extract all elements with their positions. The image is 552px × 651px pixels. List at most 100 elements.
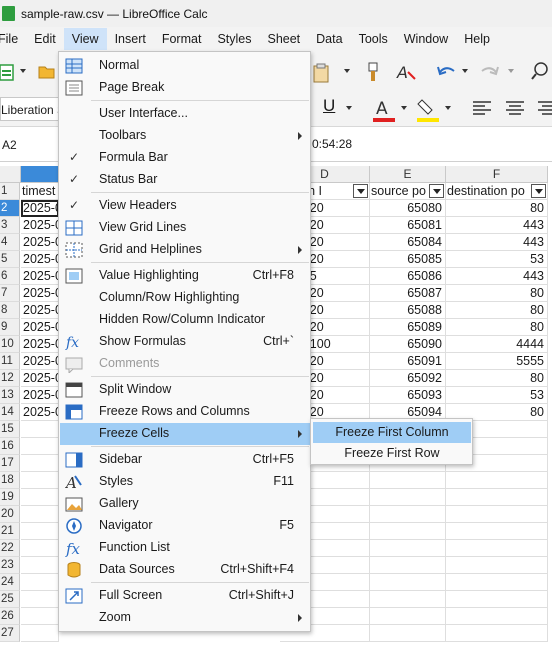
view-menu-item-freeze-rows-and-columns[interactable]: Freeze Rows and Columns: [60, 401, 310, 423]
view-menu-item-formula-bar[interactable]: ✓ Formula Bar: [60, 147, 310, 169]
row-header[interactable]: 5: [0, 251, 20, 268]
table-cell-e[interactable]: 65092: [370, 370, 446, 387]
empty-cell[interactable]: [370, 557, 446, 574]
table-cell-f[interactable]: 80: [446, 370, 548, 387]
empty-cell[interactable]: [21, 608, 59, 625]
row-header[interactable]: 20: [0, 506, 20, 523]
find-replace-icon[interactable]: [530, 61, 552, 83]
row-header[interactable]: 3: [0, 217, 20, 234]
empty-cell[interactable]: [446, 523, 548, 540]
view-menu-item-status-bar[interactable]: ✓ Status Bar: [60, 169, 310, 191]
chevron-down-icon[interactable]: [344, 69, 350, 73]
chevron-down-icon[interactable]: [346, 106, 352, 110]
table-cell-e[interactable]: 65085: [370, 251, 446, 268]
table-cell-e[interactable]: 65090: [370, 336, 446, 353]
open-folder-icon[interactable]: [38, 65, 56, 79]
row-header[interactable]: 4: [0, 234, 20, 251]
undo-icon[interactable]: [436, 63, 458, 81]
table-cell-f[interactable]: 5555: [446, 353, 548, 370]
row-header[interactable]: 25: [0, 591, 20, 608]
empty-cell[interactable]: [370, 608, 446, 625]
row-header[interactable]: 18: [0, 472, 20, 489]
view-menu-item-show-formulas[interactable]: fx Show Formulas Ctrl+`: [60, 331, 310, 353]
clear-formatting-icon[interactable]: A: [396, 62, 418, 82]
formula-input[interactable]: 0:54:28: [312, 137, 352, 151]
menu-window[interactable]: Window: [396, 28, 456, 50]
view-menu-item-page-break[interactable]: Page Break: [60, 77, 310, 99]
empty-cell[interactable]: [446, 472, 548, 489]
row-header[interactable]: 7: [0, 285, 20, 302]
view-menu-item-gallery[interactable]: Gallery: [60, 493, 310, 515]
view-menu-item-column-row-highlighting[interactable]: Column/Row Highlighting: [60, 287, 310, 309]
row-header[interactable]: 8: [0, 302, 20, 319]
empty-cell[interactable]: [21, 557, 59, 574]
row-header[interactable]: 19: [0, 489, 20, 506]
row-header[interactable]: 14: [0, 404, 20, 421]
column-header-f[interactable]: F: [446, 166, 548, 183]
view-menu-item-grid-and-helplines[interactable]: Grid and Helplines: [60, 239, 310, 261]
row-header[interactable]: 23: [0, 557, 20, 574]
table-cell-a[interactable]: 2025-0: [21, 251, 59, 268]
menu-styles[interactable]: Styles: [209, 28, 259, 50]
table-cell-a[interactable]: 2025-0: [21, 268, 59, 285]
table-cell-a[interactable]: 2025-0: [21, 353, 59, 370]
view-menu-item-freeze-cells[interactable]: Freeze Cells: [60, 423, 310, 445]
row-header[interactable]: 26: [0, 608, 20, 625]
row-header[interactable]: 17: [0, 455, 20, 472]
view-menu-item-zoom[interactable]: Zoom: [60, 607, 310, 629]
empty-cell[interactable]: [446, 557, 548, 574]
chevron-down-icon[interactable]: [462, 69, 468, 73]
freeze-first-row-item[interactable]: Freeze First Row: [313, 443, 471, 464]
view-menu-item-function-list[interactable]: fx Function List: [60, 537, 310, 559]
empty-cell[interactable]: [446, 591, 548, 608]
table-cell-a[interactable]: 2025-0: [21, 387, 59, 404]
highlighting-color-icon[interactable]: [416, 97, 440, 123]
chevron-down-icon[interactable]: [401, 106, 407, 110]
empty-cell[interactable]: [21, 625, 59, 642]
table-cell-f[interactable]: 80: [446, 302, 548, 319]
autofilter-dropdown-icon[interactable]: [429, 184, 444, 198]
view-menu-item-sidebar[interactable]: Sidebar Ctrl+F5: [60, 449, 310, 471]
row-header[interactable]: 12: [0, 370, 20, 387]
select-all-corner[interactable]: [0, 166, 21, 183]
menu-tools[interactable]: Tools: [351, 28, 396, 50]
column-header-e[interactable]: E: [370, 166, 446, 183]
menu-sheet[interactable]: Sheet: [259, 28, 308, 50]
table-cell-a[interactable]: 2025-0: [21, 200, 59, 217]
redo-icon[interactable]: [478, 63, 500, 81]
table-cell-f[interactable]: 80: [446, 319, 548, 336]
menu-insert[interactable]: Insert: [107, 28, 154, 50]
chevron-down-icon[interactable]: [20, 69, 26, 73]
table-cell-e[interactable]: 65091: [370, 353, 446, 370]
table-cell-a[interactable]: 2025-0: [21, 234, 59, 251]
empty-cell[interactable]: [446, 540, 548, 557]
paste-icon[interactable]: [312, 63, 334, 83]
row-header[interactable]: 27: [0, 625, 20, 642]
view-menu-item-user-interface[interactable]: User Interface...: [60, 103, 310, 125]
align-right-icon[interactable]: [538, 100, 552, 118]
menu-file[interactable]: File: [0, 28, 26, 50]
clone-formatting-icon[interactable]: [364, 62, 382, 82]
empty-cell[interactable]: [370, 625, 446, 642]
table-cell-a[interactable]: 2025-0: [21, 302, 59, 319]
row-header[interactable]: 2: [0, 200, 20, 217]
row-header[interactable]: 9: [0, 319, 20, 336]
row-header[interactable]: 10: [0, 336, 20, 353]
empty-cell[interactable]: [446, 506, 548, 523]
row-header[interactable]: 22: [0, 540, 20, 557]
new-spreadsheet-icon[interactable]: [0, 63, 16, 81]
chevron-down-icon[interactable]: [508, 69, 514, 73]
table-cell-a[interactable]: 2025-0: [21, 217, 59, 234]
table-cell-a[interactable]: 2025-0: [21, 404, 59, 421]
row-header[interactable]: 11: [0, 353, 20, 370]
underline-button[interactable]: U: [323, 96, 335, 116]
menu-format[interactable]: Format: [154, 28, 210, 50]
table-cell-f[interactable]: 443: [446, 217, 548, 234]
view-menu-item-view-headers[interactable]: ✓ View Headers: [60, 195, 310, 217]
row-header[interactable]: 1: [0, 183, 20, 200]
empty-cell[interactable]: [21, 438, 59, 455]
table-cell-f[interactable]: 443: [446, 234, 548, 251]
autofilter-dropdown-icon[interactable]: [531, 184, 546, 198]
view-menu-item-view-grid-lines[interactable]: View Grid Lines: [60, 217, 310, 239]
empty-cell[interactable]: [21, 591, 59, 608]
